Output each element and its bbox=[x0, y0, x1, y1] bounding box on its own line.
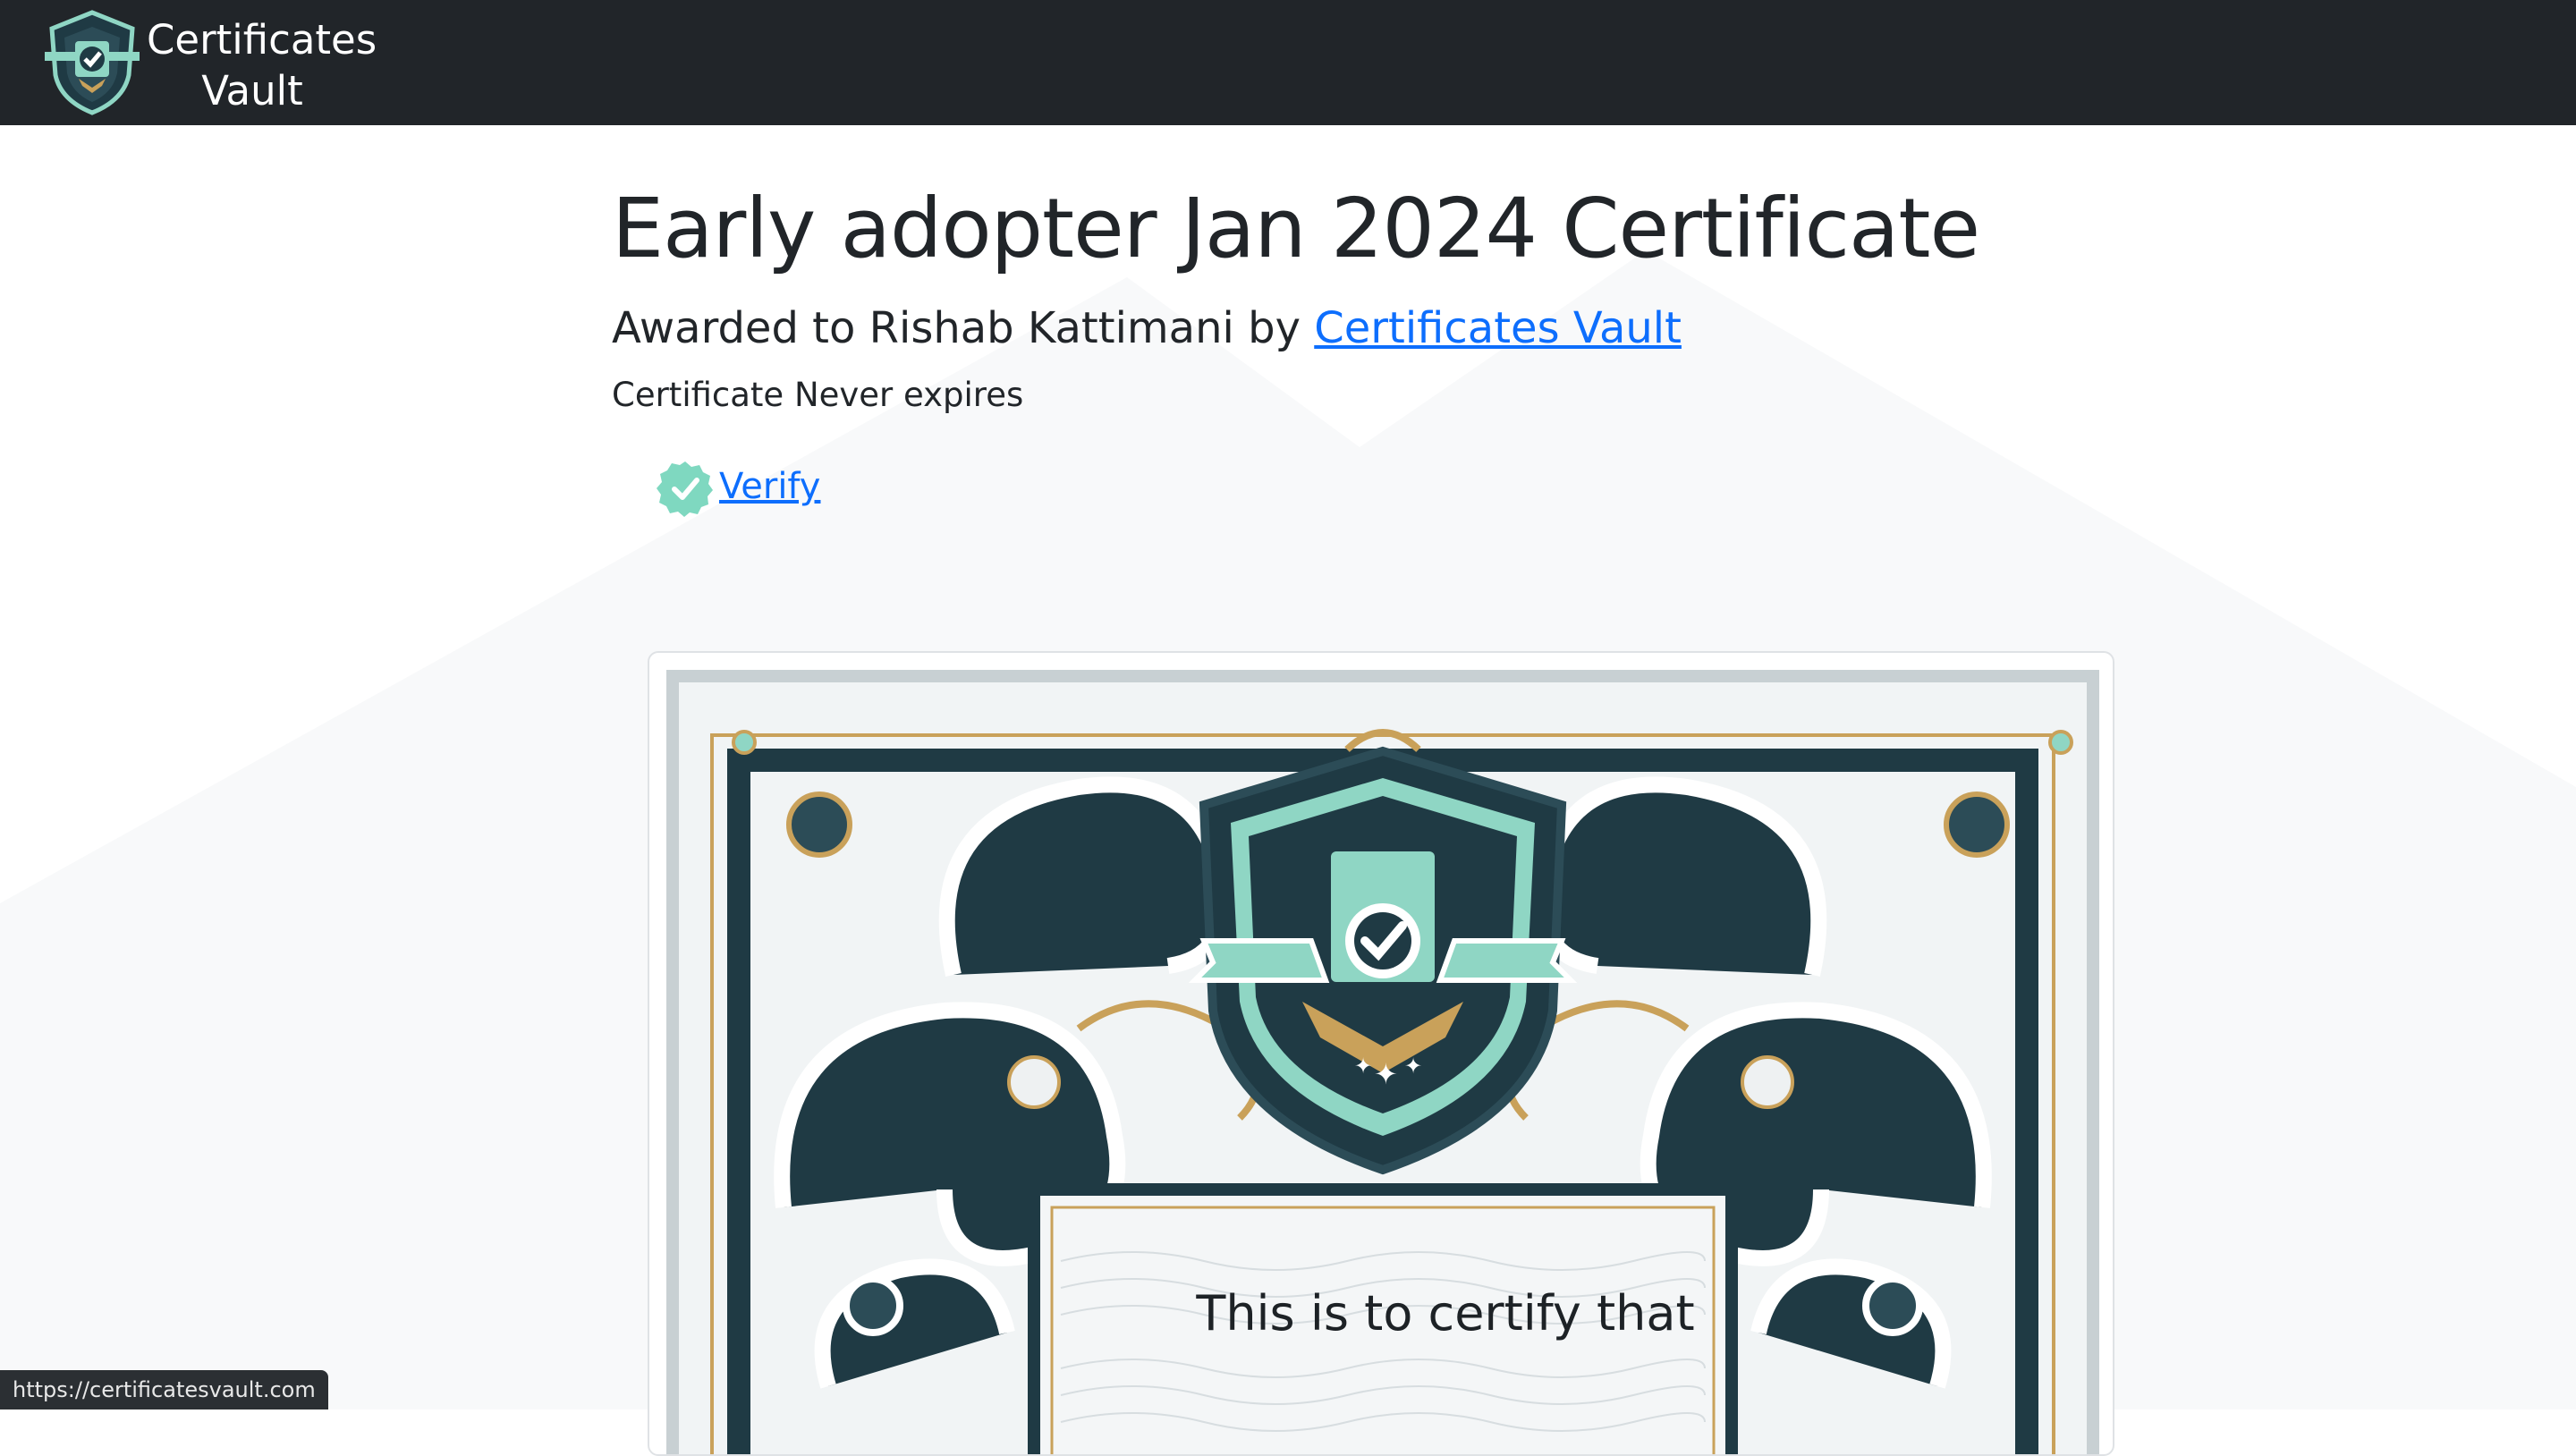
certificate-page: Early adopter Jan 2024 Certificate Award… bbox=[0, 0, 2576, 1456]
svg-text:✦: ✦ bbox=[1404, 1054, 1422, 1079]
browser-status-bar: https://certificatesvault.com bbox=[0, 1370, 328, 1409]
shield-check-icon bbox=[45, 10, 140, 115]
brand-name-line1: Certificates bbox=[147, 16, 377, 63]
expiry-text: Certificate Never expires bbox=[612, 376, 1024, 414]
issuer-link[interactable]: Certificates Vault bbox=[1314, 303, 1682, 353]
certificate-image-text: This is to certify that bbox=[1196, 1285, 1695, 1342]
brand-home-link[interactable]: Certificates Vault bbox=[39, 7, 377, 118]
brand-name-line2: Vault bbox=[201, 67, 303, 114]
awarded-line: Awarded to Rishab Kattimani by Certifica… bbox=[612, 299, 1682, 358]
top-navbar: Certificates Vault bbox=[0, 0, 2576, 125]
certificate-title: Early adopter Jan 2024 Certificate bbox=[612, 181, 1980, 276]
svg-text:✦: ✦ bbox=[1374, 1057, 1398, 1091]
svg-text:✦: ✦ bbox=[1354, 1054, 1372, 1079]
awarded-text: Awarded to Rishab Kattimani by bbox=[612, 303, 1315, 353]
verify-label: Verify bbox=[719, 466, 821, 507]
verified-badge-icon bbox=[657, 461, 713, 517]
certificate-card: ✦ ✦ ✦ This is to certify that bbox=[648, 651, 2114, 1456]
